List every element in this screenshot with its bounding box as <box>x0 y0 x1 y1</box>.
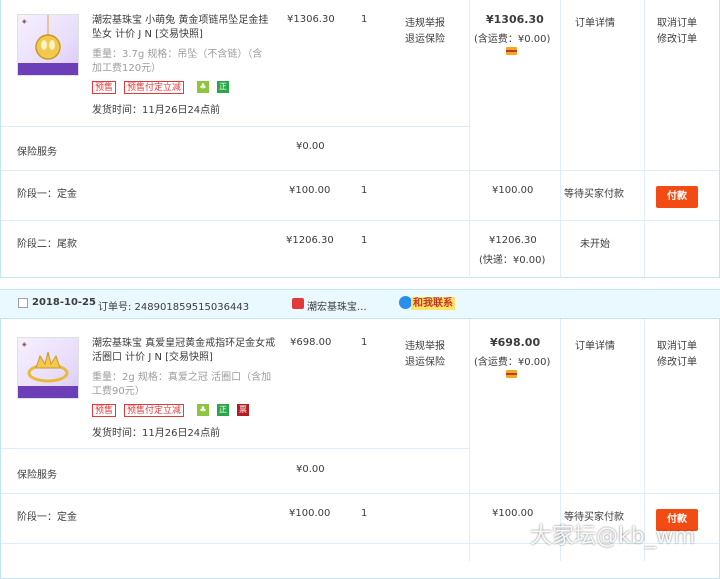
stage2-qty: 1 <box>361 235 368 246</box>
stage2-label: 阶段二：尾款 <box>17 239 77 250</box>
stage1-qty: 1 <box>361 508 368 519</box>
divider <box>560 0 561 278</box>
divider <box>469 319 470 561</box>
divider <box>469 0 470 278</box>
order-date: 2018-10-25 <box>32 297 96 308</box>
stage1-qty: 1 <box>361 185 368 196</box>
unit-price: ¥1306.30 <box>287 14 335 25</box>
promo-band <box>18 386 78 398</box>
shop-name-link[interactable]: 潮宏基珠宝... <box>307 298 367 313</box>
promo-band <box>18 63 78 75</box>
order-detail-link[interactable]: 订单详情 <box>575 337 615 352</box>
ship-time: 发货时间：11月26日24点前 <box>92 105 221 116</box>
product-title-line1[interactable]: 潮宏基珠宝 真爱皇冠黄金戒指环足金女戒 <box>92 337 282 351</box>
shop-icon <box>292 298 304 309</box>
cancel-order-link[interactable]: 取消订单 <box>657 14 697 29</box>
return-insurance-link[interactable]: 退运保险 <box>405 30 445 45</box>
presale-discount-tag: 预售付定立减 <box>124 404 185 417</box>
order-total: ¥1306.30 <box>486 13 544 26</box>
product-spec-line2: 工费90元） <box>92 386 145 397</box>
payment-card-icon <box>506 47 517 55</box>
insurance-price: ¥0.00 <box>296 464 325 475</box>
watermark-text: 大家坛@kb_wm <box>530 524 696 549</box>
insurance-price: ¥0.00 <box>296 141 325 152</box>
pay-button[interactable]: 付款 <box>656 186 698 208</box>
order-number: 订单号: 248901859515036443 <box>98 302 250 313</box>
product-spec-line1: 重量：3.7g 规格：吊坠（不含链）（含 <box>92 49 263 60</box>
ship-time: 发货时间：11月26日24点前 <box>92 428 221 439</box>
stage1-amount: ¥100.00 <box>492 185 534 196</box>
insurance-label: 保险服务 <box>17 470 57 481</box>
product-title-line1[interactable]: 潮宏基珠宝 小萌兔 黄金项链吊坠足金挂 <box>92 14 282 28</box>
quantity: 1 <box>361 14 368 25</box>
cancel-order-link[interactable]: 取消订单 <box>657 337 697 352</box>
product-spec-line2: 加工费120元） <box>92 63 162 74</box>
genuine-badge-icon: 正 <box>217 404 229 416</box>
stage1-price: ¥100.00 <box>289 508 331 519</box>
modify-order-link[interactable]: 修改订单 <box>657 30 697 45</box>
select-order-checkbox[interactable] <box>18 298 28 308</box>
ring-image <box>27 351 69 383</box>
product-title-line2[interactable]: 坠女 计价 J N [交易快照] <box>92 28 282 42</box>
divider <box>644 0 645 278</box>
stage2-shipping-note: (快递：¥0.00) <box>479 255 546 266</box>
order-total: ¥698.00 <box>490 336 541 349</box>
shipping-note: (含运费：¥0.00) <box>474 34 551 45</box>
stage1-label: 阶段一：定金 <box>17 512 77 523</box>
product-thumbnail[interactable]: ◈ <box>17 337 79 399</box>
report-link[interactable]: 违规举报 <box>405 14 445 29</box>
divider <box>1 126 469 127</box>
stage2-amount: ¥1206.30 <box>489 235 537 246</box>
divider <box>1 448 469 449</box>
divider <box>1 220 719 221</box>
payment-card-icon <box>506 370 517 378</box>
pendant-image <box>35 15 61 60</box>
product-title-line2[interactable]: 活圈口 计价 J N [交易快照] <box>92 351 282 365</box>
contact-seller-button[interactable]: 和我联系 <box>411 297 455 310</box>
modify-order-link[interactable]: 修改订单 <box>657 353 697 368</box>
store-badge-icon: ♣ <box>197 81 209 93</box>
genuine-badge-icon: 正 <box>217 81 229 93</box>
stage1-amount: ¥100.00 <box>492 508 534 519</box>
product-thumbnail[interactable]: ◈ <box>17 14 79 76</box>
presale-tag: 预售 <box>92 404 117 417</box>
order-detail-link[interactable]: 订单详情 <box>575 14 615 29</box>
report-link[interactable]: 违规举报 <box>405 337 445 352</box>
presale-tag: 预售 <box>92 81 117 94</box>
divider <box>1 493 719 494</box>
insurance-label: 保险服务 <box>17 147 57 158</box>
shipping-note: (含运费：¥0.00) <box>474 357 551 368</box>
stage2-price: ¥1206.30 <box>286 235 334 246</box>
divider <box>1 170 719 171</box>
stage1-price: ¥100.00 <box>289 185 331 196</box>
presale-discount-tag: 预售付定立减 <box>124 81 185 94</box>
seal-badge-icon: 票 <box>237 404 249 416</box>
stage1-status: 等待买家付款 <box>564 189 624 200</box>
return-insurance-link[interactable]: 退运保险 <box>405 353 445 368</box>
store-badge-icon: ♣ <box>197 404 209 416</box>
stage1-label: 阶段一：定金 <box>17 189 77 200</box>
product-spec-line1: 重量：2g 规格：真爱之冠 活圈口（含加 <box>92 372 272 383</box>
unit-price: ¥698.00 <box>290 337 332 348</box>
quantity: 1 <box>361 337 368 348</box>
stage2-status: 未开始 <box>580 239 610 250</box>
